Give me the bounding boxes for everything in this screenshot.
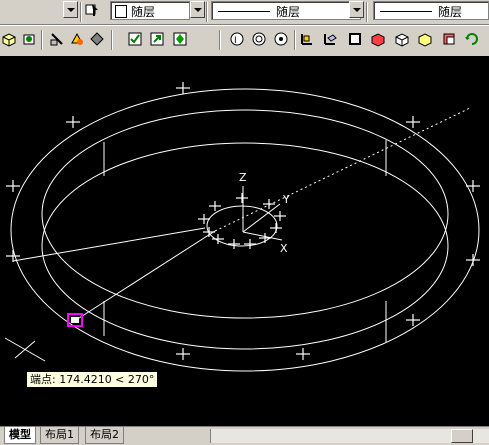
export-icon[interactable] (149, 31, 165, 47)
horizontal-scrollbar[interactable] (210, 429, 489, 443)
grip[interactable] (406, 116, 420, 128)
shade-icon[interactable] (49, 31, 65, 47)
gouraud-icon[interactable] (172, 31, 188, 47)
color-combo-label: 随层 (131, 5, 156, 19)
match-properties-icon[interactable] (84, 2, 100, 18)
toolbar-separator (366, 2, 368, 22)
toolbar-separator (80, 2, 82, 22)
grip[interactable] (244, 239, 256, 249)
toolbar-separator (219, 30, 221, 50)
box-outline-icon[interactable] (394, 31, 410, 47)
grip[interactable] (270, 223, 282, 233)
linetype-preview (218, 11, 270, 12)
view-3d-icon[interactable] (1, 31, 17, 47)
box-red-icon[interactable] (370, 31, 386, 47)
previous-dropdown-button[interactable] (63, 1, 78, 18)
paint-icon[interactable] (69, 31, 85, 47)
grip[interactable] (66, 116, 80, 128)
grip[interactable] (6, 180, 20, 192)
grip[interactable] (274, 211, 286, 221)
grip[interactable] (176, 348, 190, 360)
box-red2-icon[interactable] (441, 31, 457, 47)
properties-toolbar: 随层 随层 随层 (0, 0, 489, 25)
inner-ellipse[interactable] (41, 109, 449, 319)
view-orbit-icon[interactable] (21, 31, 37, 47)
view-toolbar: I (0, 25, 489, 57)
refresh-icon[interactable] (464, 31, 480, 47)
ucs-icon[interactable] (299, 31, 315, 47)
layout-tab-bar: 模型 布局1 布局2 (0, 426, 489, 445)
grip[interactable] (466, 180, 480, 192)
grip[interactable] (209, 201, 221, 211)
lineweight-combo[interactable]: 随层 (373, 1, 489, 20)
tracking-line (214, 107, 471, 232)
toolbar-separator (41, 30, 43, 50)
ucs-z-label: Z (239, 171, 247, 184)
grip[interactable] (176, 82, 190, 94)
color-dropdown-button[interactable] (190, 1, 205, 18)
box-icon[interactable] (347, 31, 363, 47)
grip[interactable] (259, 233, 271, 243)
tab-layout2[interactable]: 布局2 (85, 427, 124, 444)
circle-b-icon[interactable] (251, 31, 267, 47)
flat-shade-icon[interactable] (89, 31, 105, 47)
grip[interactable] (228, 239, 240, 249)
toolbar-separator (294, 30, 296, 50)
rubberband-line (75, 230, 216, 321)
linetype-combo[interactable]: 随层 (211, 1, 361, 20)
lineweight-preview (380, 11, 432, 12)
ucs-x-axis (242, 231, 283, 241)
box-yellow-icon[interactable] (417, 31, 433, 47)
ucs-x-label: X (280, 242, 288, 255)
svg-text:I: I (234, 36, 237, 46)
linetype-dropdown-button[interactable] (349, 1, 364, 18)
grip[interactable] (198, 214, 210, 224)
grip[interactable] (236, 193, 248, 203)
circle-c-icon[interactable] (273, 31, 289, 47)
ucs-y-label: Y (282, 193, 290, 206)
scrollbar-thumb[interactable] (451, 429, 473, 443)
grip[interactable] (466, 254, 480, 266)
tab-layout1[interactable]: 布局1 (40, 427, 79, 444)
ucs-3d-icon[interactable] (322, 31, 338, 47)
linetype-combo-label: 随层 (276, 5, 301, 19)
color-combo[interactable]: 随层 (110, 1, 190, 20)
grip[interactable] (406, 314, 420, 326)
toolbar-separator (111, 30, 113, 50)
lineweight-combo-label: 随层 (438, 5, 463, 19)
osnap-tooltip: 端点: 174.4210 < 270° (26, 371, 159, 388)
cursor-crosshair-b (14, 340, 36, 359)
check-icon[interactable] (127, 31, 143, 47)
grip[interactable] (296, 348, 310, 360)
tab-model[interactable]: 模型 (4, 427, 36, 444)
toolbar-separator (206, 2, 208, 22)
circle-a-icon[interactable]: I (229, 31, 245, 47)
color-swatch (115, 5, 127, 18)
